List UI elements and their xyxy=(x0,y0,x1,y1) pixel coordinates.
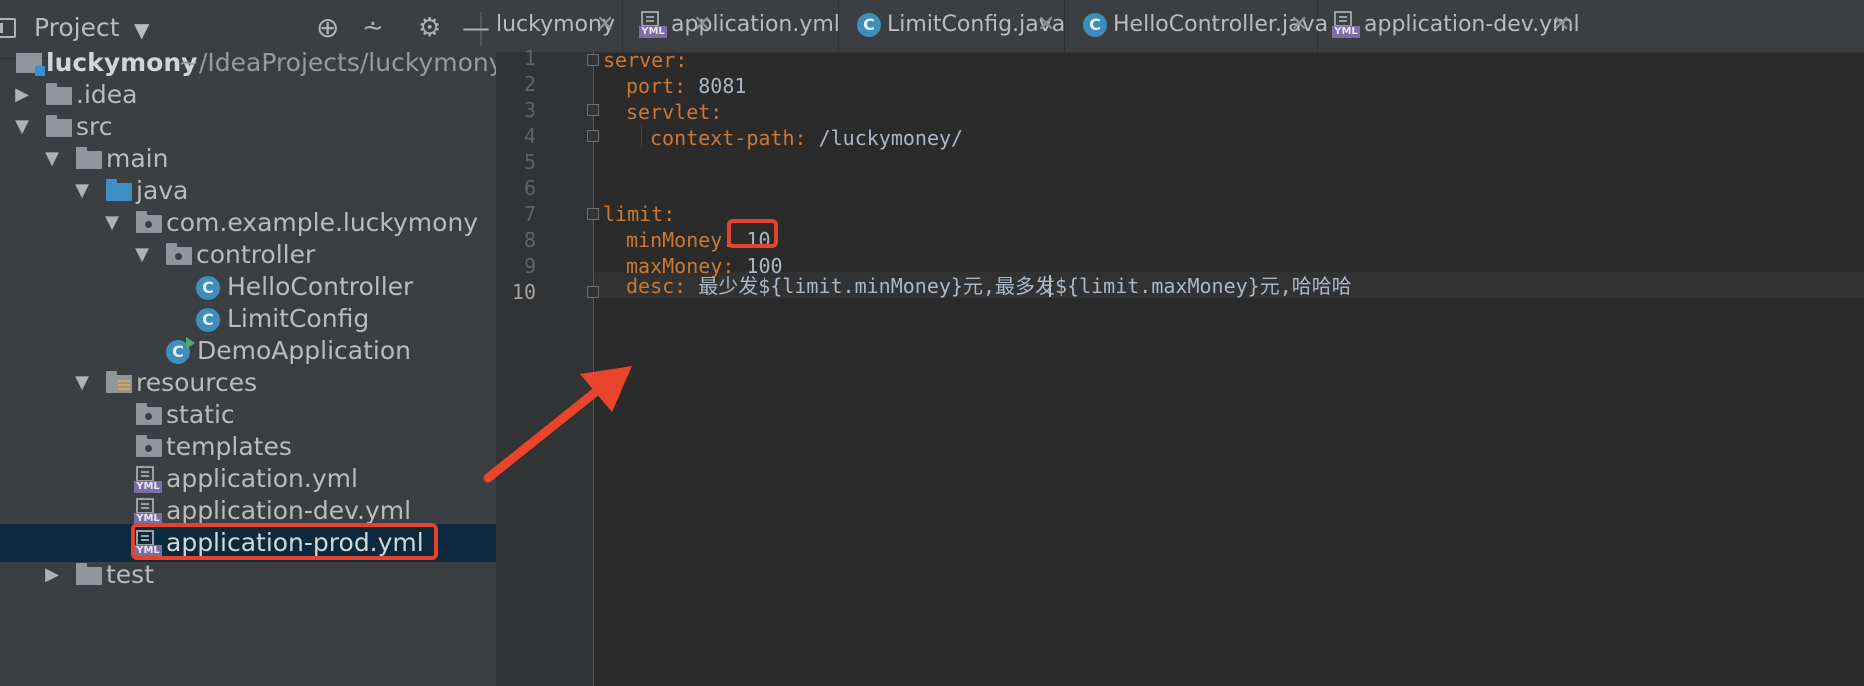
code-line-10[interactable]: desc: 最少发${limit.minMoney}元,最多发${limit.m… xyxy=(626,273,1352,299)
class-icon: C xyxy=(196,276,220,300)
yaml-value: 最少发${limit.minMoney}元,最多发${limit.maxMone… xyxy=(686,274,1352,298)
code-line-2[interactable]: port: 8081 xyxy=(626,73,746,99)
line-number: 4 xyxy=(523,124,536,148)
tab-label: application-dev.yml xyxy=(1364,12,1580,37)
package-icon xyxy=(136,211,162,233)
yml-file-icon: YML xyxy=(639,11,667,39)
locate-icon[interactable]: ⊕ xyxy=(316,12,339,44)
yaml-value: 8081 xyxy=(686,74,747,98)
close-icon[interactable]: ✕ xyxy=(596,0,614,50)
class-icon: C xyxy=(196,308,220,332)
line-number: 7 xyxy=(523,202,536,226)
yaml-key: desc xyxy=(626,274,675,298)
yaml-colon: : xyxy=(710,100,723,124)
module-folder-icon xyxy=(16,53,45,76)
yaml-key: minMoney xyxy=(626,228,723,252)
yml-tag: YML xyxy=(639,26,667,38)
project-window-icon xyxy=(0,18,16,38)
folder-icon xyxy=(76,147,102,169)
arrow-shaft xyxy=(483,385,603,483)
tree-item-label: test xyxy=(106,560,155,589)
tab-luckymony[interactable]: luckymony ✕ xyxy=(496,0,623,52)
line-number: 10 xyxy=(511,280,536,304)
yaml-value: /luckymoney/ xyxy=(806,126,964,150)
folder-icon xyxy=(76,563,102,585)
fold-marker-icon[interactable] xyxy=(587,208,599,220)
line-number: 1 xyxy=(523,46,536,70)
source-folder-icon xyxy=(106,179,132,201)
yaml-colon: : xyxy=(674,274,687,298)
tab-limitconfig-java[interactable]: C LimitConfig.java ✕ xyxy=(839,0,1065,52)
runnable-class-icon: C xyxy=(166,337,195,364)
highlight-box xyxy=(131,523,438,560)
close-icon[interactable]: ✕ xyxy=(1037,0,1055,50)
resources-folder-icon xyxy=(106,371,132,393)
code-line-1[interactable]: server: xyxy=(603,47,687,73)
yml-file-icon: YML xyxy=(134,466,162,494)
fold-marker-icon[interactable] xyxy=(587,54,599,66)
collapse-all-icon[interactable]: ⩪ xyxy=(362,12,384,44)
yaml-key: servlet xyxy=(626,100,711,124)
folder-icon xyxy=(46,83,72,105)
yaml-colon: : xyxy=(675,48,688,72)
line-number: 8 xyxy=(523,228,536,252)
yaml-key: limit xyxy=(603,202,664,226)
arrow-head xyxy=(580,366,632,412)
close-icon[interactable]: ✕ xyxy=(1290,0,1308,50)
tab-application-dev-yml[interactable]: YML application-dev.yml ✕ xyxy=(1318,0,1580,52)
yaml-key: context-path xyxy=(650,126,795,150)
line-number: 9 xyxy=(523,254,536,278)
class-icon: C xyxy=(1083,13,1107,37)
yaml-colon: : xyxy=(794,126,807,150)
yaml-key: port xyxy=(626,74,675,98)
yaml-colon: : xyxy=(663,202,676,226)
fold-marker-icon[interactable] xyxy=(587,104,599,116)
code-line-7[interactable]: limit: xyxy=(603,201,675,227)
yml-file-icon: YML xyxy=(134,498,162,526)
line-number: 6 xyxy=(523,176,536,200)
indent-guide xyxy=(641,125,642,147)
tab-application-yml[interactable]: YML application.yml xyxy=(623,0,840,52)
yaml-colon: : xyxy=(674,74,687,98)
yaml-key: server xyxy=(603,48,676,72)
folder-icon xyxy=(46,115,72,137)
close-icon[interactable]: ✕ xyxy=(693,0,711,52)
folder-icon xyxy=(136,403,162,425)
fold-marker-icon[interactable] xyxy=(587,130,599,142)
folder-icon xyxy=(136,435,162,457)
line-number: 3 xyxy=(523,98,536,122)
close-icon[interactable]: ✕ xyxy=(1552,0,1570,50)
hide-icon[interactable]: — xyxy=(462,12,490,44)
fold-marker-icon[interactable] xyxy=(587,286,599,298)
package-icon xyxy=(166,243,192,265)
annotation-arrow-icon xyxy=(483,366,632,483)
tab-hellocontroller-java[interactable]: C HelloController.java ✕ xyxy=(1065,0,1328,52)
yml-tag: YML xyxy=(1332,26,1360,38)
yml-file-icon: YML xyxy=(1332,11,1360,39)
line-number: 2 xyxy=(523,72,536,96)
chevron-down-icon[interactable]: ▼ xyxy=(134,18,149,42)
code-line-4[interactable]: context-path: /luckymoney/ xyxy=(650,125,963,151)
class-icon: C xyxy=(857,13,881,37)
code-line-3[interactable]: servlet: xyxy=(626,99,722,125)
text-caret xyxy=(1049,275,1051,297)
project-view-selector[interactable]: Project xyxy=(34,13,120,42)
highlight-box xyxy=(727,219,778,248)
gear-icon[interactable]: ⚙ xyxy=(418,12,441,44)
expand-arrow-icon[interactable]: ▶ xyxy=(42,556,62,594)
line-number: 5 xyxy=(523,150,536,174)
